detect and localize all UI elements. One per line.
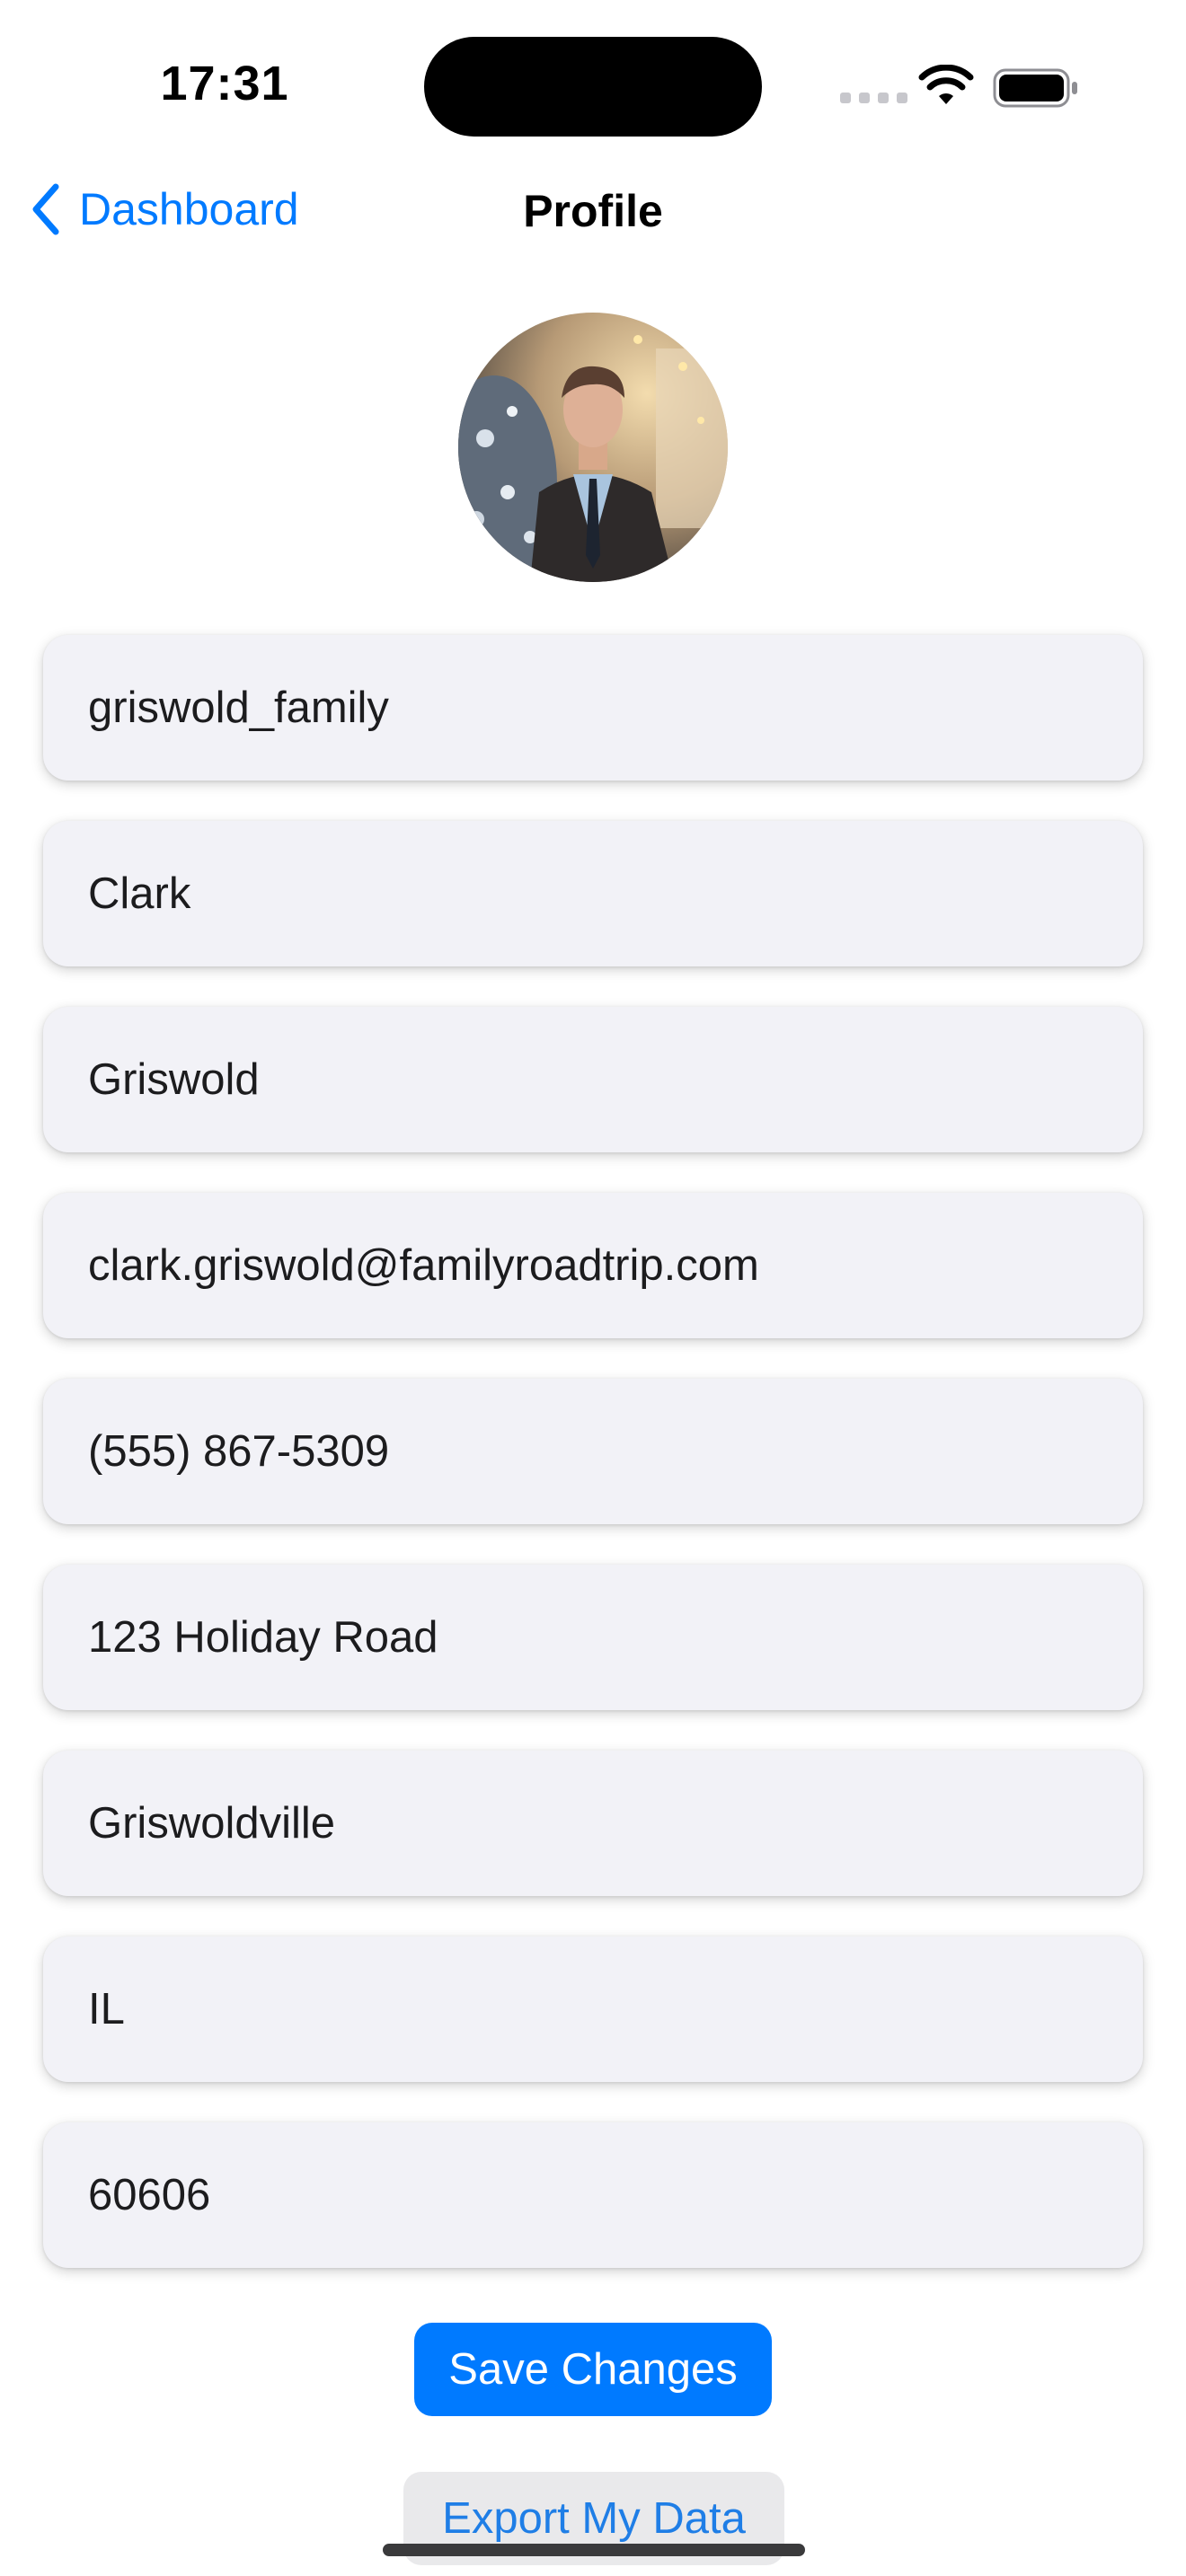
username-field[interactable] (43, 635, 1143, 781)
back-button[interactable]: Dashboard (27, 176, 299, 243)
email-field-container (43, 1193, 1143, 1338)
address-field[interactable] (43, 1565, 1143, 1710)
battery-icon (993, 68, 1077, 108)
chevron-left-icon (32, 183, 59, 235)
city-field[interactable] (43, 1751, 1143, 1896)
address-field-container (43, 1565, 1143, 1710)
profile-screen: 17:31 Dashboard Profile griswold_family … (0, 0, 1186, 2576)
page-title: Profile (523, 186, 663, 236)
email-field[interactable] (43, 1193, 1143, 1338)
profile-form (43, 635, 1143, 2308)
username-field-container (43, 635, 1143, 781)
state-field[interactable] (43, 1936, 1143, 2082)
last-name-field[interactable] (43, 1007, 1143, 1152)
phone-field[interactable] (43, 1379, 1143, 1524)
cellular-signal-icon (840, 93, 907, 103)
first-name-field-container (43, 821, 1143, 966)
state-field-container (43, 1936, 1143, 2082)
dynamic-island (424, 37, 762, 137)
last-name-field-container (43, 1007, 1143, 1152)
wifi-icon (918, 65, 974, 104)
home-indicator[interactable] (383, 2544, 805, 2556)
save-changes-button[interactable]: Save Changes (414, 2323, 772, 2416)
profile-photo (458, 313, 728, 582)
back-button-label: Dashboard (79, 184, 299, 234)
status-time: 17:31 (160, 57, 289, 110)
first-name-field[interactable] (43, 821, 1143, 966)
avatar[interactable] (458, 313, 728, 582)
zip-field-container (43, 2122, 1143, 2268)
city-field-container (43, 1751, 1143, 1896)
phone-field-container (43, 1379, 1143, 1524)
zip-field[interactable] (43, 2122, 1143, 2268)
